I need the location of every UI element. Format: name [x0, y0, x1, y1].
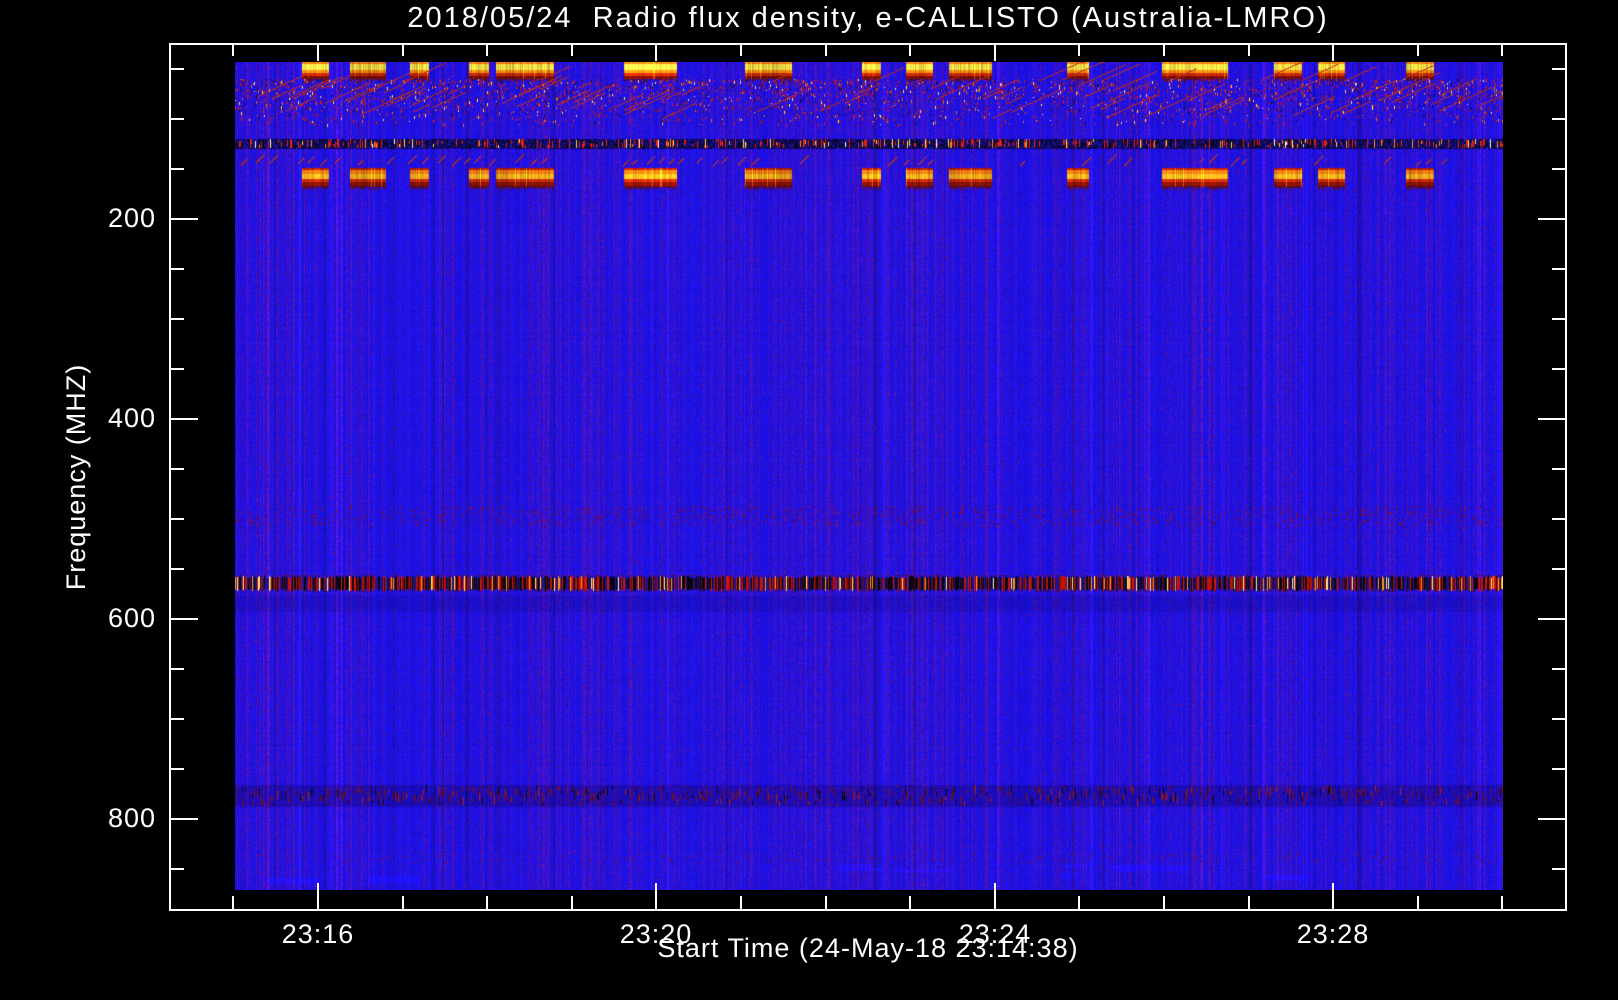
axis-tick: [909, 45, 911, 56]
axis-tick: [171, 718, 184, 720]
axis-tick: [1163, 896, 1165, 909]
axis-tick: [171, 268, 184, 270]
axis-tick: [171, 818, 198, 820]
axis-tick: [1552, 118, 1565, 120]
axis-tick: [171, 218, 198, 220]
axis-tick: [171, 68, 184, 70]
axis-tick: [486, 45, 488, 56]
axis-tick: [171, 118, 184, 120]
axis-tick: [655, 45, 657, 61]
axis-tick: [994, 883, 996, 909]
axis-tick: [1248, 45, 1250, 56]
axis-tick: [1552, 368, 1565, 370]
y-tick-label: 200: [107, 203, 156, 233]
axis-tick: [1417, 896, 1419, 909]
chart-title: 2018/05/24 Radio flux density, e-CALLIST…: [407, 2, 1329, 34]
y-tick-label: 400: [107, 403, 156, 433]
axis-tick: [1552, 668, 1565, 670]
axis-tick: [1552, 318, 1565, 320]
axis-tick: [486, 896, 488, 909]
axis-tick: [1078, 896, 1080, 909]
spectrogram-page: 2018/05/24 Radio flux density, e-CALLIST…: [0, 0, 1618, 1000]
axis-tick: [571, 45, 573, 56]
axis-tick: [171, 418, 198, 420]
x-tick-label: 23:16: [281, 919, 355, 949]
axis-tick: [232, 45, 234, 56]
axis-tick: [825, 896, 827, 909]
spectrogram-canvas: [235, 62, 1503, 890]
axis-tick: [171, 368, 184, 370]
axis-tick: [317, 45, 319, 61]
axis-tick: [1538, 818, 1565, 820]
x-tick-label: 23:24: [958, 919, 1032, 949]
axis-tick: [1417, 45, 1419, 56]
axis-tick: [171, 468, 184, 470]
axis-tick: [1552, 768, 1565, 770]
axis-tick: [994, 45, 996, 61]
axis-tick: [171, 668, 184, 670]
axis-tick: [171, 868, 184, 870]
axis-tick: [1163, 45, 1165, 56]
axis-tick: [1501, 45, 1503, 56]
axis-tick: [171, 568, 184, 570]
axis-tick: [1332, 883, 1334, 909]
axis-tick: [1552, 168, 1565, 170]
axis-tick: [402, 45, 404, 56]
axis-tick: [825, 45, 827, 56]
axis-tick: [1538, 218, 1565, 220]
axis-tick: [171, 768, 184, 770]
axis-tick: [317, 883, 319, 909]
axis-tick: [1501, 896, 1503, 909]
y-tick-label: 600: [107, 603, 156, 633]
axis-tick: [171, 318, 184, 320]
axis-tick: [1552, 568, 1565, 570]
axis-tick: [1552, 468, 1565, 470]
axis-tick: [171, 168, 184, 170]
axis-tick: [232, 896, 234, 909]
axis-tick: [1332, 45, 1334, 61]
axis-tick: [1538, 618, 1565, 620]
axis-tick: [1552, 718, 1565, 720]
axis-tick: [1248, 896, 1250, 909]
axis-tick: [171, 618, 198, 620]
axis-tick: [655, 883, 657, 909]
axis-tick: [740, 896, 742, 909]
axis-tick: [571, 896, 573, 909]
axis-tick: [909, 896, 911, 909]
x-tick-label: 23:28: [1296, 919, 1370, 949]
x-tick-label: 23:20: [619, 919, 693, 949]
axis-tick: [1538, 418, 1565, 420]
axis-tick: [1552, 268, 1565, 270]
axis-tick: [402, 896, 404, 909]
axis-tick: [1552, 518, 1565, 520]
axis-tick: [740, 45, 742, 56]
axis-tick: [171, 518, 184, 520]
axis-tick: [1078, 45, 1080, 56]
axis-tick: [1552, 868, 1565, 870]
axis-tick: [1552, 68, 1565, 70]
y-tick-label: 800: [107, 803, 156, 833]
